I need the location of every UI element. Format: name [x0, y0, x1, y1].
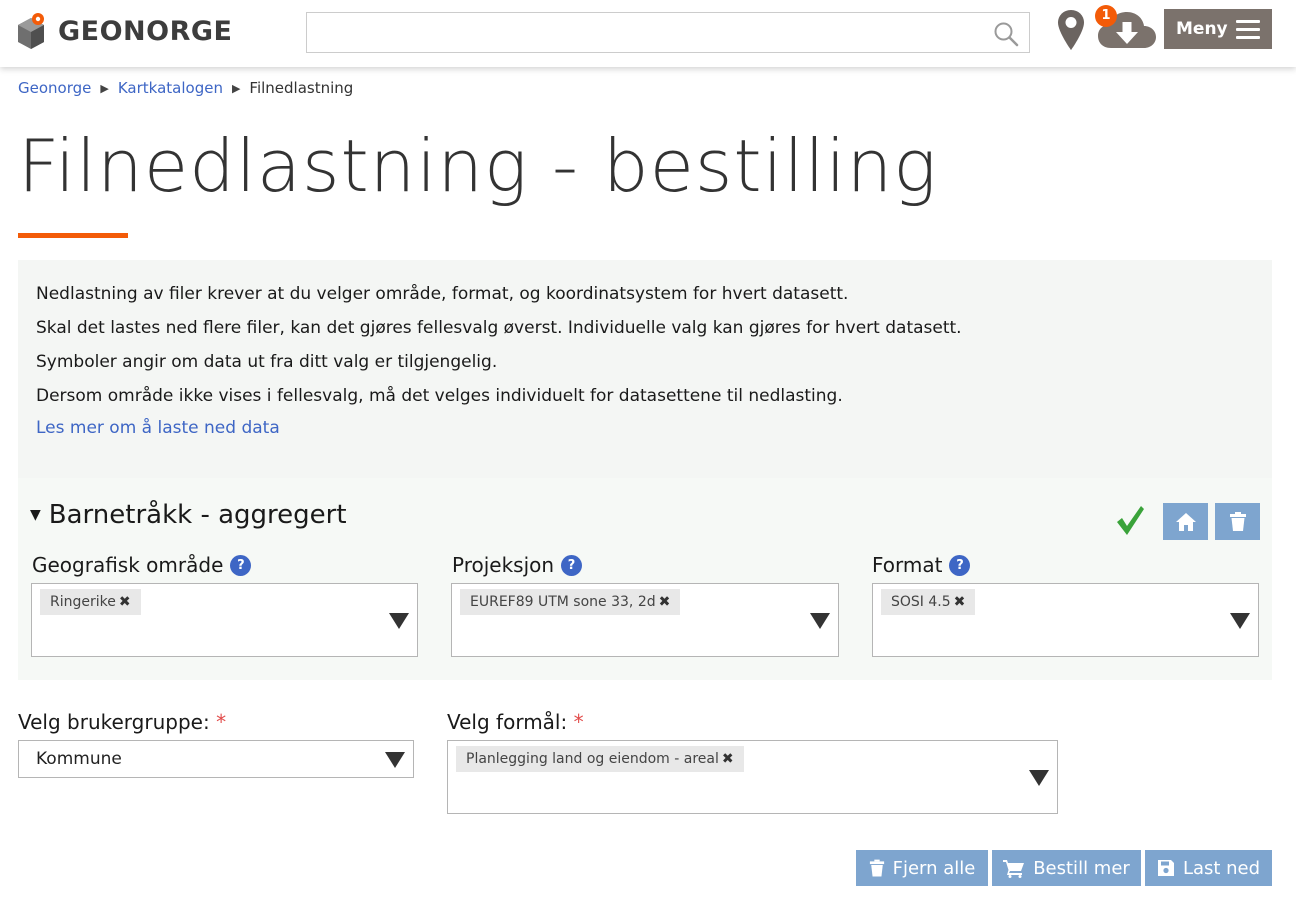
dataset-panel: ▼ Barnetråkk - aggregert Geografisk områ…: [18, 478, 1272, 680]
dropdown-arrow-icon[interactable]: [385, 752, 405, 768]
breadcrumb-current: Filnedlastning: [249, 79, 354, 97]
download-label: Last ned: [1182, 857, 1261, 879]
breadcrumb-link-geonorge[interactable]: Geonorge: [18, 79, 91, 97]
geonorge-logo-icon: [18, 13, 44, 49]
delete-dataset-button[interactable]: [1215, 503, 1260, 540]
info-line: Skal det lastes ned flere filer, kan det…: [36, 318, 962, 338]
format-tag: SOSI 4.5 ✖: [881, 589, 976, 615]
purpose-label: Velg formål: *: [447, 710, 584, 734]
info-line: Dersom område ikke vises i fellesvalg, m…: [36, 386, 843, 406]
breadcrumb-separator-icon: ▶: [231, 81, 241, 95]
remove-tag-icon[interactable]: ✖: [659, 594, 671, 610]
available-check-icon: [1117, 506, 1144, 535]
caret-down-icon: ▼: [30, 507, 41, 523]
trash-icon: [1229, 511, 1246, 531]
menu-button[interactable]: Meny: [1164, 9, 1272, 49]
purpose-select[interactable]: Planlegging land og eiendom - areal ✖: [447, 740, 1058, 814]
logo-text: GEONORGE: [58, 15, 233, 47]
dropdown-arrow-icon[interactable]: [1230, 613, 1250, 629]
dropdown-arrow-icon[interactable]: [389, 613, 409, 629]
read-more-link[interactable]: Les mer om å laste ned data: [36, 418, 1254, 438]
format-label-text: Format: [872, 553, 943, 577]
remove-all-label: Fjern alle: [892, 857, 976, 879]
remove-tag-icon[interactable]: ✖: [954, 594, 966, 610]
search-input[interactable]: [307, 13, 1029, 52]
format-label: Format ?: [872, 553, 971, 577]
help-icon[interactable]: ?: [230, 554, 252, 576]
purpose-tag-label: Planlegging land og eiendom - areal: [466, 751, 719, 767]
map-pin-icon[interactable]: [1057, 9, 1085, 51]
download-count-badge: 1: [1095, 5, 1117, 27]
purpose-tag: Planlegging land og eiendom - areal ✖: [456, 746, 744, 772]
purpose-label-text: Velg formål:: [447, 710, 568, 734]
usergroup-label: Velg brukergruppe: *: [18, 710, 226, 734]
format-select[interactable]: SOSI 4.5 ✖: [872, 583, 1259, 657]
info-line: Nedlastning av filer krever at du velger…: [36, 284, 849, 304]
breadcrumb-link-kartkatalogen[interactable]: Kartkatalogen: [118, 79, 223, 97]
area-label-text: Geografisk område: [32, 553, 224, 577]
area-home-button[interactable]: [1163, 503, 1208, 540]
projection-tag: EUREF89 UTM sone 33, 2d ✖: [460, 589, 681, 615]
usergroup-value: Kommune: [36, 749, 122, 769]
page-title: Filnedlastning - bestilling: [18, 124, 938, 208]
search-icon[interactable]: [993, 21, 1019, 47]
home-icon: [1175, 512, 1196, 531]
menu-label: Meny: [1176, 19, 1228, 39]
title-underline: [18, 233, 128, 238]
remove-tag-icon[interactable]: ✖: [722, 751, 734, 767]
required-mark: *: [216, 710, 227, 734]
help-icon[interactable]: ?: [949, 554, 971, 576]
trash-icon: [869, 859, 884, 876]
dropdown-arrow-icon[interactable]: [1029, 770, 1049, 786]
projection-select[interactable]: EUREF89 UTM sone 33, 2d ✖: [451, 583, 839, 657]
order-more-button[interactable]: Bestill mer: [992, 850, 1141, 886]
save-icon: [1157, 860, 1174, 876]
info-panel: Nedlastning av filer krever at du velger…: [18, 260, 1272, 478]
area-select[interactable]: Ringerike ✖: [31, 583, 418, 657]
help-icon[interactable]: ?: [561, 554, 583, 576]
remove-all-button[interactable]: Fjern alle: [856, 850, 988, 886]
hamburger-icon: [1236, 15, 1260, 44]
download-button[interactable]: Last ned: [1145, 850, 1272, 886]
usergroup-label-text: Velg brukergruppe:: [18, 710, 210, 734]
shopping-cart-icon: [1003, 859, 1025, 878]
dropdown-arrow-icon[interactable]: [810, 613, 830, 629]
geonorge-logo[interactable]: GEONORGE: [16, 10, 233, 52]
search-box[interactable]: [306, 12, 1030, 53]
dataset-toggle[interactable]: ▼ Barnetråkk - aggregert: [30, 500, 347, 530]
projection-tag-label: EUREF89 UTM sone 33, 2d: [470, 594, 656, 610]
breadcrumb-separator-icon: ▶: [100, 81, 109, 95]
usergroup-select[interactable]: Kommune: [18, 740, 414, 778]
breadcrumb: Geonorge ▶ Kartkatalogen ▶ Filnedlastnin…: [18, 79, 353, 97]
order-more-label: Bestill mer: [1033, 857, 1130, 879]
info-line: Symboler angir om data ut fra ditt valg …: [36, 352, 498, 372]
area-label: Geografisk område ?: [32, 553, 252, 577]
projection-label: Projeksjon ?: [452, 553, 583, 577]
area-tag: Ringerike ✖: [40, 589, 141, 615]
projection-label-text: Projeksjon: [452, 553, 555, 577]
top-bar: GEONORGE 1 Meny: [0, 0, 1296, 67]
dataset-title: Barnetråkk - aggregert: [48, 500, 347, 530]
required-mark: *: [573, 710, 584, 734]
area-tag-label: Ringerike: [50, 594, 116, 610]
remove-tag-icon[interactable]: ✖: [119, 594, 131, 610]
format-tag-label: SOSI 4.5: [891, 594, 951, 610]
